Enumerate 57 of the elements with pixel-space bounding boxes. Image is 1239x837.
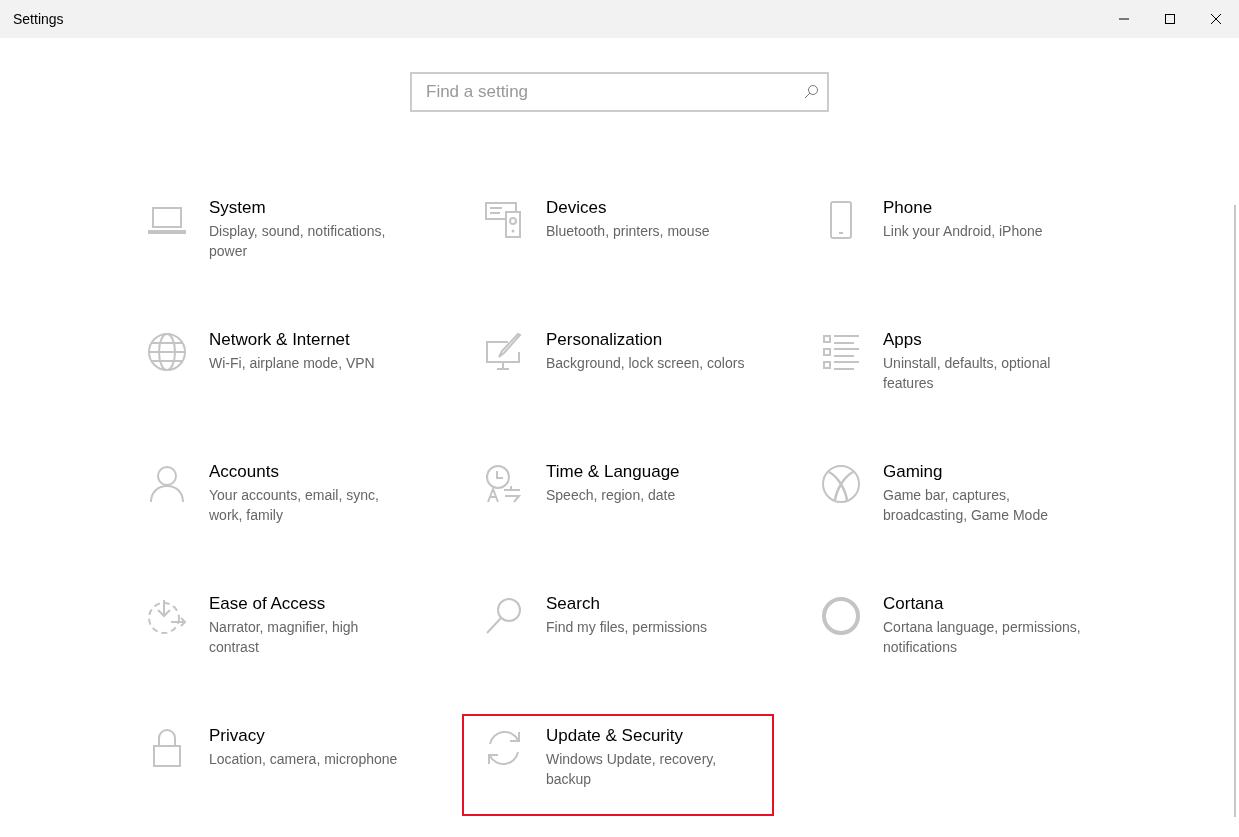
settings-category[interactable]: System Display, sound, notifications, power — [125, 186, 437, 288]
category-description: Wi-Fi, airplane mode, VPN — [209, 354, 376, 373]
monitor-brush-icon — [484, 332, 524, 372]
category-title: Network & Internet — [209, 330, 351, 350]
category-title: Personalization — [546, 330, 664, 350]
settings-category[interactable]: Update & Security Windows Update, recovery, backup — [462, 714, 774, 816]
category-title: Gaming — [883, 462, 944, 482]
category-description: Narrator, magnifier, high contrast — [209, 618, 360, 657]
settings-category[interactable]: Search Find my files, permissions — [462, 582, 774, 684]
clock-letter-icon — [484, 464, 524, 504]
category-title: Devices — [546, 198, 608, 218]
window-title: Settings — [13, 11, 65, 27]
settings-category[interactable]: Apps Uninstall, defaults, optional features — [799, 318, 1111, 420]
category-title: Time & Language — [546, 462, 681, 482]
category-description: Game bar, captures, broadcasting, Game Mode — [883, 486, 1049, 525]
settings-category[interactable]: Gaming Game bar, captures, broadcasting, Game Mode — [799, 450, 1111, 552]
category-description: Background, lock screen, colors — [546, 354, 746, 373]
xbox-icon — [821, 464, 861, 504]
settings-category[interactable]: Ease of Access Narrator, magnifier, high contrast — [125, 582, 437, 684]
category-description: Location, camera, microphone — [209, 750, 399, 769]
category-description: Uninstall, defaults, optional features — [883, 354, 1052, 393]
category-title: Cortana — [883, 594, 945, 614]
keyboard-speaker-icon — [484, 200, 524, 240]
settings-category[interactable]: Accounts Your accounts, email, sync, work, family — [125, 450, 437, 552]
settings-category[interactable]: Network & Internet Wi-Fi, airplane mode, VPN — [125, 318, 437, 420]
category-title: Search — [546, 594, 601, 614]
settings-category[interactable]: Cortana Cortana language, permissions, notifications — [799, 582, 1111, 684]
category-description: Windows Update, recovery, backup — [546, 750, 718, 789]
category-title: Apps — [883, 330, 923, 350]
category-title: System — [209, 198, 267, 218]
category-title: Phone — [883, 198, 934, 218]
category-description: Link your Android, iPhone — [883, 222, 1044, 241]
settings-category[interactable]: Phone Link your Android, iPhone — [799, 186, 1111, 288]
globe-icon — [147, 332, 187, 372]
search-icon — [803, 84, 819, 100]
close-icon — [1210, 13, 1222, 25]
search-field[interactable]: Find a setting — [410, 72, 829, 112]
category-description: Find my files, permissions — [546, 618, 709, 637]
category-description: Cortana language, permissions, notifications — [883, 618, 1082, 657]
scrollbar[interactable] — [1234, 205, 1236, 817]
person-icon — [147, 464, 187, 504]
category-title: Accounts — [209, 462, 280, 482]
category-title: Ease of Access — [209, 594, 327, 614]
category-description: Your accounts, email, sync, work, family — [209, 486, 380, 525]
maximize-icon — [1164, 13, 1176, 25]
settings-category[interactable]: Personalization Background, lock screen, colors — [462, 318, 774, 420]
settings-category[interactable]: Privacy Location, camera, microphone — [125, 714, 437, 816]
list-icon — [821, 332, 861, 372]
category-description: Display, sound, notifications, power — [209, 222, 387, 261]
category-title: Update & Security — [546, 726, 684, 746]
category-description: Speech, region, date — [546, 486, 677, 505]
search-icon — [484, 596, 524, 636]
ring-icon — [821, 596, 861, 636]
settings-category[interactable]: Time & Language Speech, region, date — [462, 450, 774, 552]
settings-category[interactable]: Devices Bluetooth, printers, mouse — [462, 186, 774, 288]
category-description: Bluetooth, printers, mouse — [546, 222, 711, 241]
category-title: Privacy — [209, 726, 266, 746]
